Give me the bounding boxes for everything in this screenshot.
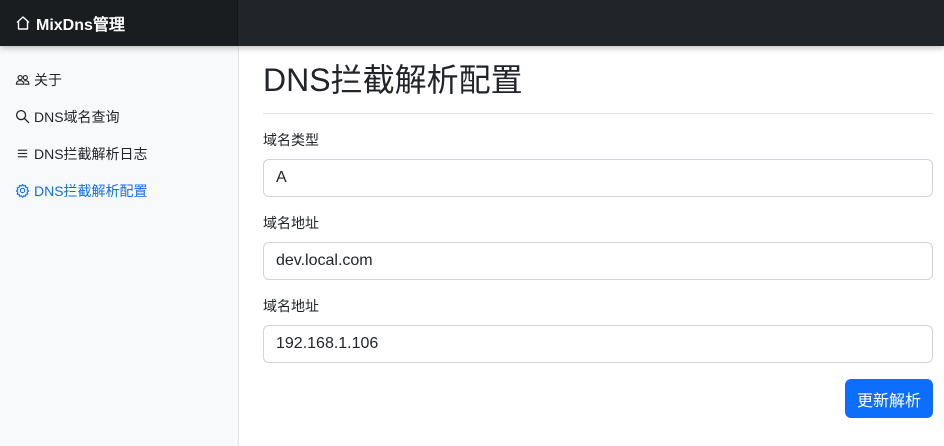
gear-icon [15,183,30,198]
page-title: DNS拦截解析配置 [263,46,933,114]
sidebar-item-dns-query[interactable]: DNS域名查询 [0,98,238,135]
house-icon [16,16,30,30]
dns-config-form: 域名类型 域名地址 域名地址 更新解析 [263,128,933,418]
people-icon [15,74,30,85]
domain-type-input[interactable] [263,159,933,197]
sidebar: 关于 DNS域名查询 DNS拦截解析日志 DNS拦截解析配置 [0,46,239,446]
list-icon [17,149,28,158]
sidebar-item-dns-log[interactable]: DNS拦截解析日志 [0,135,238,172]
domain-address-input[interactable] [263,242,933,280]
top-navbar: MixDns管理 [0,0,944,46]
domain-type-label: 域名类型 [263,132,319,148]
sidebar-item-label: DNS拦截解析配置 [34,182,148,199]
domain-address-label: 域名地址 [263,215,319,231]
sidebar-item-dns-config[interactable]: DNS拦截解析配置 [0,172,238,209]
ip-address-input[interactable] [263,325,933,363]
sidebar-item-label: DNS拦截解析日志 [34,145,148,162]
form-group-domain-type: 域名类型 [263,128,933,197]
form-group-domain-address: 域名地址 [263,211,933,280]
form-group-ip-address: 域名地址 [263,294,933,363]
brand[interactable]: MixDns管理 [0,0,238,46]
sidebar-item-label: 关于 [34,71,62,88]
sidebar-item-label: DNS域名查询 [34,108,120,125]
search-icon [15,109,30,124]
main-content: DNS拦截解析配置 域名类型 域名地址 域名地址 更新解析 [263,46,933,418]
ip-address-label: 域名地址 [263,298,319,314]
update-resolution-button[interactable]: 更新解析 [844,379,933,418]
brand-title: MixDns管理 [36,17,125,34]
sidebar-item-about[interactable]: 关于 [0,61,238,98]
form-actions: 更新解析 [263,379,933,418]
